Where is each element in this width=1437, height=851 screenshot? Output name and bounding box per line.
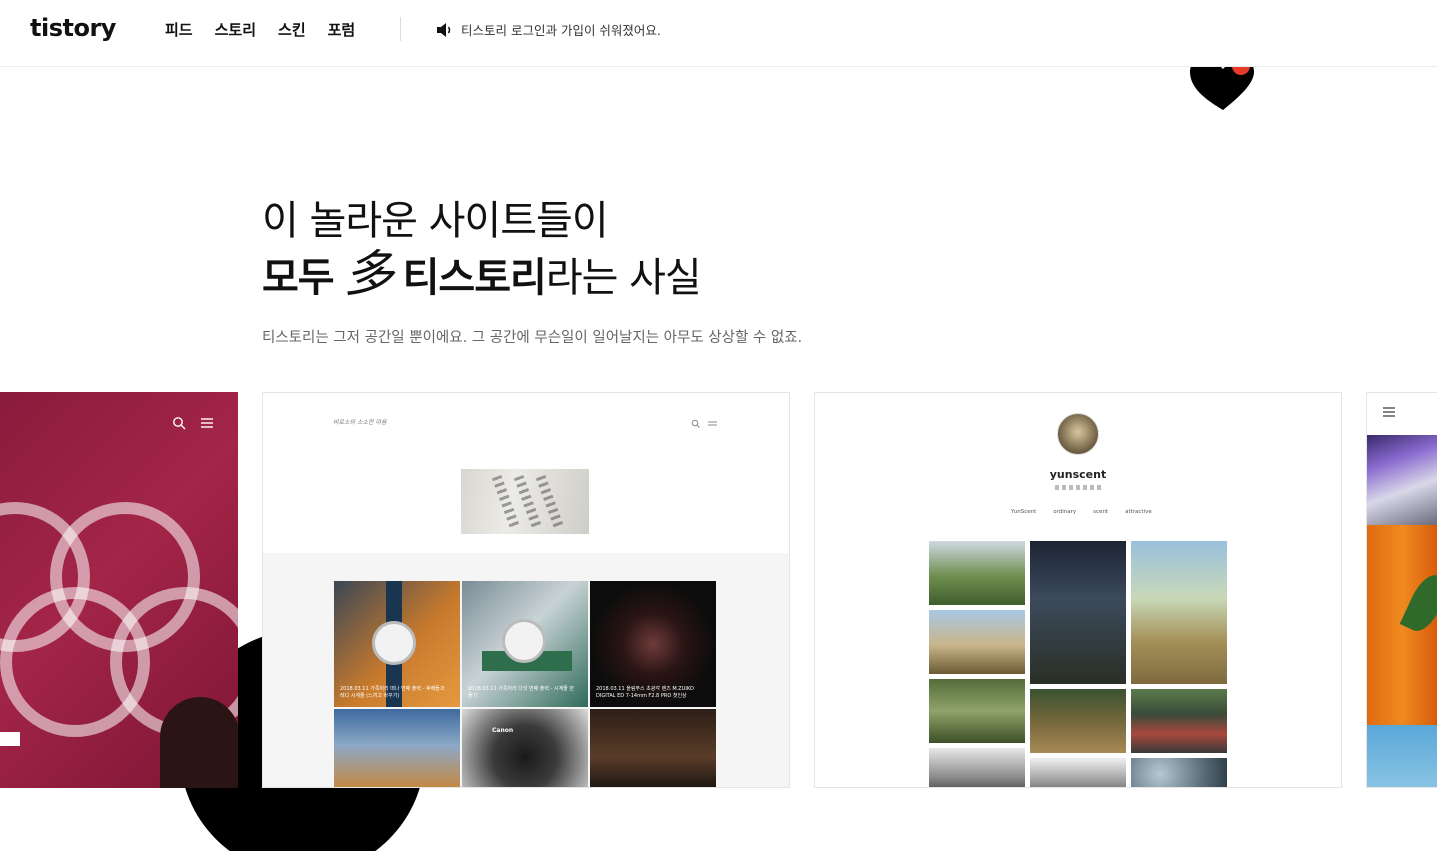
photo-tile — [1367, 725, 1437, 787]
notice-text: 티스토리 로그인과 가입이 쉬워졌어요. — [461, 23, 661, 38]
flag-patch — [0, 732, 20, 746]
post-grid-area: 2018.03.11 가족끼리 떠나 번째 출력 - 후배들과 레디 시계줄 (… — [263, 553, 789, 787]
post-grid: 2018.03.11 가족끼리 떠나 번째 출력 - 후배들과 레디 시계줄 (… — [334, 581, 716, 787]
post-caption: 2018.03.11 올림푸스 초광각 렌즈 M.ZUIKO DIGITAL E… — [596, 686, 694, 699]
blog-banner-image — [461, 469, 589, 534]
blog-logo: 비로소의 소소한 마음 — [333, 419, 387, 426]
photo-tile[interactable] — [929, 610, 1025, 674]
tistory-logo[interactable]: tistory — [30, 14, 116, 42]
notice-banner[interactable]: 티스토리 로그인과 가입이 쉬워졌어요. — [436, 20, 661, 39]
card1-toolbar — [172, 416, 214, 430]
photo-tile[interactable] — [1030, 758, 1126, 787]
hero-headline-1: 이 놀라운 사이트들이 — [262, 198, 609, 244]
main-nav: 피드 스토리 스킨 포럼 — [165, 19, 355, 40]
watch-face — [372, 621, 416, 665]
nav-story[interactable]: 스토리 — [215, 19, 256, 40]
menu-icon[interactable] — [200, 416, 214, 430]
header-divider — [400, 17, 401, 41]
photo-tile — [1367, 435, 1437, 525]
photo-tile[interactable] — [929, 679, 1025, 743]
athlete-photo — [160, 697, 238, 788]
photo-tile[interactable] — [929, 541, 1025, 605]
hero-tistory-bold: 티스토리 — [402, 255, 547, 301]
social-icons-row — [1055, 485, 1101, 490]
blog-menu-item[interactable]: attractive — [1125, 509, 1152, 515]
menu-icon[interactable] — [708, 419, 717, 428]
blog-menu-item[interactable]: ordinary — [1053, 509, 1076, 515]
showcase-card-yunscent[interactable]: yunscent YunScent ordinary scent attract… — [814, 392, 1342, 788]
blog-menu: YunScent ordinary scent attractive — [1011, 509, 1152, 515]
post-tile[interactable] — [334, 709, 460, 787]
showcase-card-partial[interactable] — [1366, 392, 1437, 788]
post-caption: 2018.03.11 가족끼리 다섯 번째 출력 - 시계줄 만들기 — [468, 686, 574, 699]
hero-word-all: 모두 — [262, 255, 335, 301]
nav-feed[interactable]: 피드 — [165, 19, 193, 40]
photo-tile[interactable] — [929, 748, 1025, 787]
photo-tile[interactable] — [1131, 689, 1227, 753]
search-icon[interactable] — [691, 419, 700, 428]
post-tile[interactable] — [590, 709, 716, 787]
site-header: tistory 피드 스토리 스킨 포럼 티스토리 로그인과 가입이 쉬워졌어요… — [0, 0, 1437, 67]
blog-menu-item[interactable]: scent — [1093, 509, 1108, 515]
hero-headline-2: 모두 多 티스토리라는 사실 — [262, 246, 802, 306]
avatar — [1057, 413, 1099, 455]
post-tile[interactable]: 2018.03.11 가족끼리 떠나 번째 출력 - 후배들과 레디 시계줄 (… — [334, 581, 460, 707]
hero-word-tistory: 티스토리라는 사실 — [402, 250, 702, 306]
photo-tile[interactable] — [1131, 758, 1227, 787]
speaker-icon — [437, 22, 451, 37]
blog-menu-item[interactable]: YunScent — [1011, 509, 1036, 515]
photo-tile[interactable] — [1131, 541, 1227, 684]
photo-tile[interactable] — [1030, 689, 1126, 753]
showcase-card-olympic[interactable] — [0, 392, 238, 788]
search-icon[interactable] — [172, 416, 186, 430]
nav-skin[interactable]: 스킨 — [278, 19, 306, 40]
camera-brand: Canon — [492, 727, 514, 734]
photo-grid — [929, 541, 1229, 787]
menu-icon[interactable] — [1383, 407, 1395, 417]
post-caption: 2018.03.11 가족끼리 떠나 번째 출력 - 후배들과 레디 시계줄 (… — [340, 686, 445, 699]
post-tile[interactable]: 2018.03.11 올림푸스 초광각 렌즈 M.ZUIKO DIGITAL E… — [590, 581, 716, 707]
nav-forum[interactable]: 포럼 — [328, 19, 356, 40]
hero-many-char: 多 — [343, 245, 394, 303]
card2-toolbar — [691, 419, 717, 428]
hero-subtitle: 티스토리는 그저 공간일 뿐이에요. 그 공간에 무슨일이 일어날지는 아무도 … — [262, 330, 803, 346]
post-tile[interactable]: 2018.03.11 가족끼리 다섯 번째 출력 - 시계줄 만들기 — [462, 581, 588, 707]
hero-tistory-rest: 라는 사실 — [545, 255, 702, 301]
photo-tile[interactable] — [1030, 541, 1126, 684]
showcase-card-camera-blog[interactable]: 비로소의 소소한 마음 2018.03.11 가족끼리 떠나 번째 출력 - 후… — [262, 392, 790, 788]
blog-name: yunscent — [1049, 468, 1107, 481]
hero-section: 이 놀라운 사이트들이 모두 多 티스토리라는 사실 티스토리는 그저 공간일 … — [262, 196, 802, 347]
post-tile[interactable]: Canon — [462, 709, 588, 787]
watch-face — [502, 619, 546, 663]
